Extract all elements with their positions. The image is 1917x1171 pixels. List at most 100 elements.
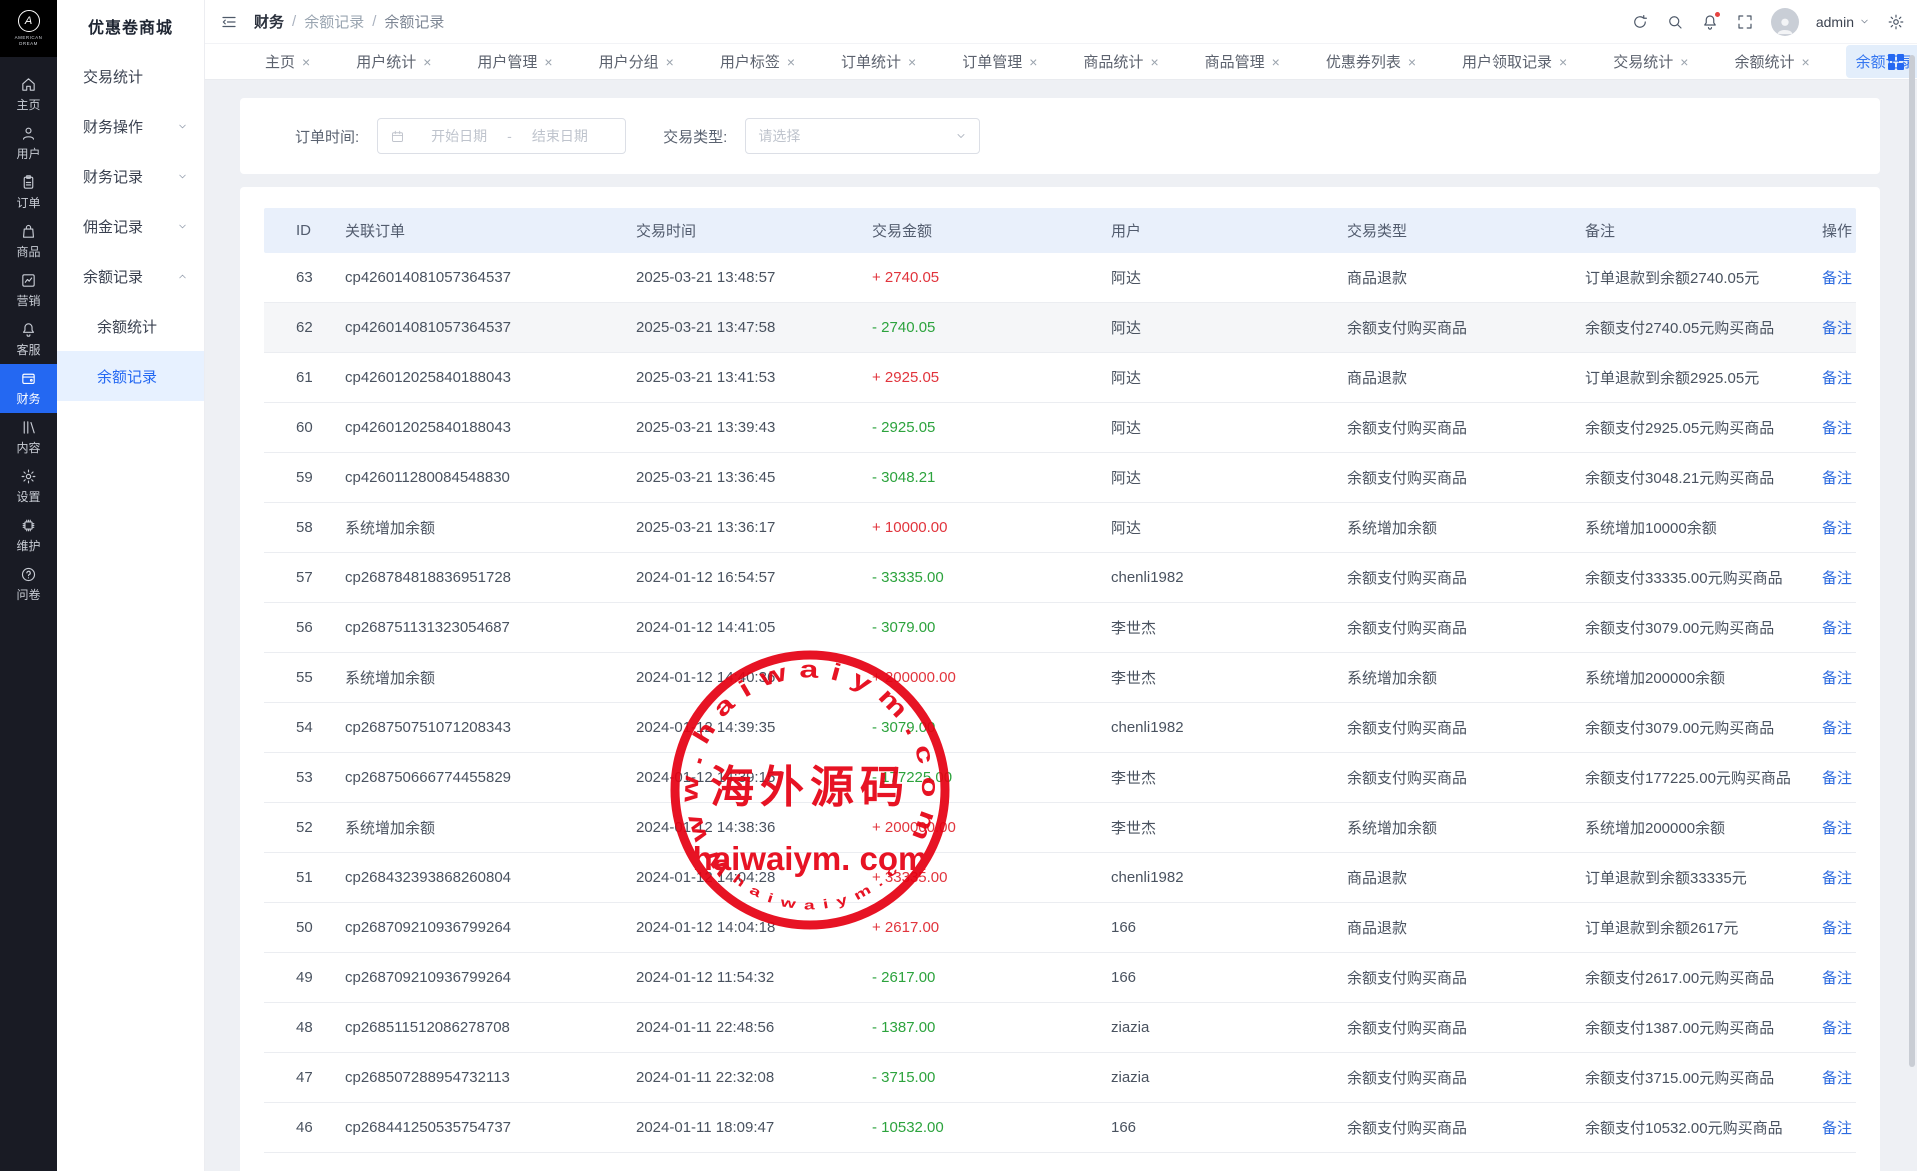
tab-label: 用户统计 — [356, 51, 416, 72]
rail-item-users[interactable]: 用户 — [0, 119, 57, 168]
tab-close-icon[interactable]: × — [302, 55, 310, 69]
tab-bar: 主页 × 用户统计 × 用户管理 × 用户分组 × 用户标签 × 订单统计 × … — [205, 44, 1917, 80]
remark-action-link[interactable]: 备注 — [1822, 320, 1852, 337]
rail-item-support[interactable]: 客服 — [0, 315, 57, 364]
rail-item-settings[interactable]: 设置 — [0, 462, 57, 511]
sidebar-item-transaction-stats[interactable]: 交易统计 — [57, 51, 204, 101]
tab-close-icon[interactable]: × — [1680, 55, 1688, 69]
refresh-icon[interactable] — [1631, 13, 1649, 31]
remark-action-link[interactable]: 备注 — [1822, 820, 1852, 837]
sidebar-item-finance-ops[interactable]: 财务操作 — [57, 101, 204, 151]
tab[interactable]: 用户领取记录 × — [1452, 45, 1577, 78]
cell-remark: 余额支付2925.05元购买商品 — [1585, 417, 1822, 438]
tab[interactable]: 订单管理 × — [952, 45, 1047, 78]
search-icon[interactable] — [1666, 13, 1684, 31]
date-range-input[interactable]: 开始日期 - 结束日期 — [377, 118, 626, 154]
page-scrollbar-thumb[interactable] — [1909, 55, 1915, 1067]
fullscreen-icon[interactable] — [1736, 13, 1754, 31]
remark-action-link[interactable]: 备注 — [1822, 720, 1852, 737]
breadcrumb-separator: / — [292, 13, 296, 30]
remark-action-link[interactable]: 备注 — [1822, 870, 1852, 887]
remark-action-link[interactable]: 备注 — [1822, 920, 1852, 937]
rail-item-label: 用户 — [16, 145, 40, 162]
cell-amount: - 3715.00 — [872, 1069, 1111, 1086]
sidebar-subitem-balance-records[interactable]: 余额记录 — [57, 351, 204, 401]
tab-close-icon[interactable]: × — [1272, 55, 1280, 69]
table-row: 63 cp426014081057364537 2025-03-21 13:48… — [264, 253, 1856, 303]
cell-time: 2024-01-12 14:39:35 — [636, 719, 872, 736]
rail-item-maintenance[interactable]: 维护 — [0, 511, 57, 560]
tab[interactable]: 优惠券列表 × — [1316, 45, 1426, 78]
remark-action-link[interactable]: 备注 — [1822, 520, 1852, 537]
tab[interactable]: 余额统计 × — [1724, 45, 1819, 78]
tab[interactable]: 主页 × — [255, 45, 320, 78]
tab[interactable]: 商品统计 × — [1073, 45, 1168, 78]
tab[interactable]: 交易统计 × — [1603, 45, 1698, 78]
user-menu[interactable]: admin — [1816, 14, 1870, 30]
breadcrumb-root[interactable]: 财务 — [254, 11, 284, 32]
cell-type: 余额支付购买商品 — [1347, 1117, 1585, 1138]
tab-grid-icon[interactable] — [1888, 54, 1904, 70]
transaction-type-select[interactable]: 请选择 — [745, 118, 980, 154]
sidebar-item-label: 余额记录 — [83, 266, 177, 287]
remark-action-link[interactable]: 备注 — [1822, 1020, 1852, 1037]
cell-amount: - 2925.05 — [872, 419, 1111, 436]
menu-fold-icon[interactable] — [220, 13, 238, 31]
remark-action-link[interactable]: 备注 — [1822, 620, 1852, 637]
tab-close-icon[interactable]: × — [1559, 55, 1567, 69]
rail-item-goods[interactable]: 商品 — [0, 217, 57, 266]
tab-close-icon[interactable]: × — [666, 55, 674, 69]
sidebar-subitem-balance-stats[interactable]: 余额统计 — [57, 301, 204, 351]
rail-item-survey[interactable]: 问卷 — [0, 560, 57, 609]
sidebar-item-commission-records[interactable]: 佣金记录 — [57, 201, 204, 251]
rail-item-finance[interactable]: 财务 — [0, 364, 57, 413]
remark-action-link[interactable]: 备注 — [1822, 470, 1852, 487]
bell-icon — [20, 321, 37, 338]
tab-label: 订单统计 — [841, 51, 901, 72]
cell-user: 阿达 — [1111, 317, 1347, 338]
tab-close-icon[interactable]: × — [1029, 55, 1037, 69]
tab[interactable]: 商品管理 × — [1195, 45, 1290, 78]
remark-action-link[interactable]: 备注 — [1822, 1070, 1852, 1087]
tab-close-icon[interactable]: × — [544, 55, 552, 69]
avatar[interactable] — [1771, 8, 1799, 36]
sidebar-item-finance-records[interactable]: 财务记录 — [57, 151, 204, 201]
cell-user: 李世杰 — [1111, 767, 1347, 788]
rail-item-content[interactable]: 内容 — [0, 413, 57, 462]
tab[interactable]: 用户标签 × — [710, 45, 805, 78]
tab[interactable]: 用户统计 × — [346, 45, 441, 78]
cell-id: 60 — [296, 419, 345, 436]
breadcrumb-middle[interactable]: 余额记录 — [304, 11, 364, 32]
tab-close-icon[interactable]: × — [1150, 55, 1158, 69]
rail-item-home[interactable]: 主页 — [0, 70, 57, 119]
cell-remark: 余额支付3715.00元购买商品 — [1585, 1067, 1822, 1088]
remark-action-link[interactable]: 备注 — [1822, 370, 1852, 387]
order-icon — [20, 174, 37, 191]
rail-item-orders[interactable]: 订单 — [0, 168, 57, 217]
tab[interactable]: 订单统计 × — [831, 45, 926, 78]
remark-action-link[interactable]: 备注 — [1822, 570, 1852, 587]
remark-action-link[interactable]: 备注 — [1822, 420, 1852, 437]
tab[interactable]: 用户分组 × — [589, 45, 684, 78]
remark-action-link[interactable]: 备注 — [1822, 1120, 1852, 1137]
remark-action-link[interactable]: 备注 — [1822, 270, 1852, 287]
rail-item-label: 客服 — [16, 341, 40, 358]
sidebar-item-balance-records[interactable]: 余额记录 — [57, 251, 204, 301]
column-header-remark: 备注 — [1585, 220, 1822, 241]
tab[interactable]: 用户管理 × — [467, 45, 562, 78]
cell-id: 54 — [296, 719, 345, 736]
remark-action-link[interactable]: 备注 — [1822, 970, 1852, 987]
rail-item-marketing[interactable]: 营销 — [0, 266, 57, 315]
cell-id: 61 — [296, 369, 345, 386]
cell-user: 166 — [1111, 1119, 1347, 1136]
remark-action-link[interactable]: 备注 — [1822, 770, 1852, 787]
header-actions: admin — [1631, 8, 1905, 36]
settings-gear-icon[interactable] — [1887, 13, 1905, 31]
tab-close-icon[interactable]: × — [1408, 55, 1416, 69]
tab-close-icon[interactable]: × — [787, 55, 795, 69]
tab-close-icon[interactable]: × — [908, 55, 916, 69]
tab-close-icon[interactable]: × — [423, 55, 431, 69]
tab-close-icon[interactable]: × — [1801, 55, 1809, 69]
notification-bell-icon[interactable] — [1701, 13, 1719, 31]
remark-action-link[interactable]: 备注 — [1822, 670, 1852, 687]
